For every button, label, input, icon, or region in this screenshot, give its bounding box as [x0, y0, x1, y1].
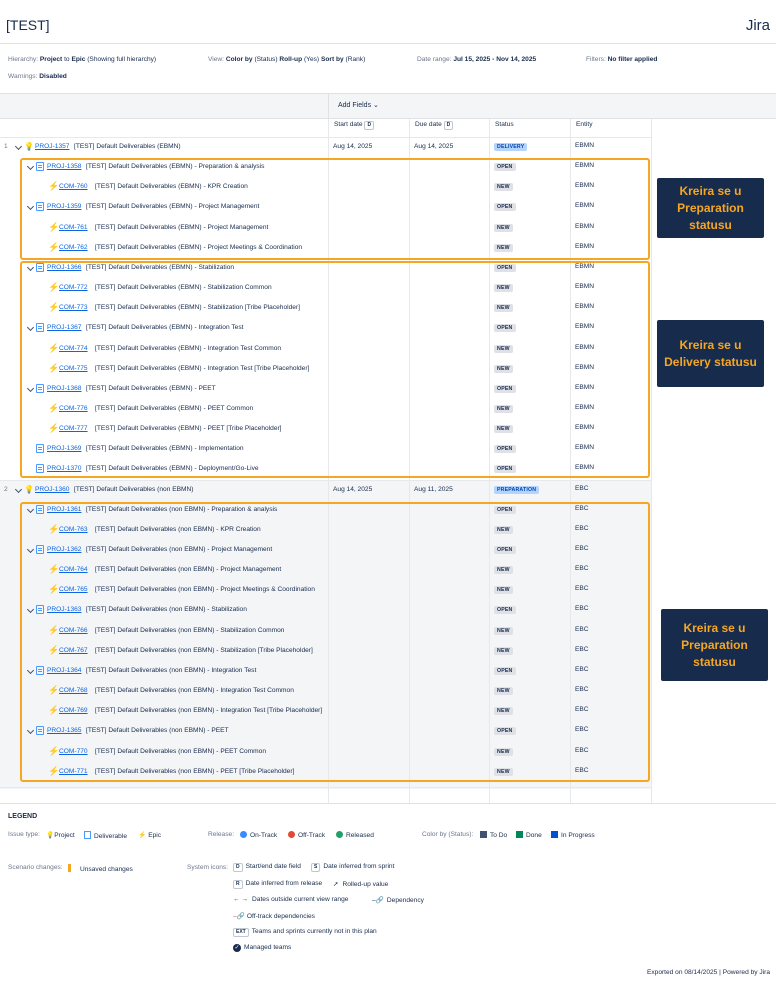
row-divider	[0, 137, 652, 138]
legend-label: Release:	[208, 831, 235, 838]
todo-swatch	[480, 831, 487, 838]
legend-offtrack-dep: –🔗 Off-track dependencies	[233, 913, 315, 920]
released-icon	[336, 831, 343, 838]
highlight-box	[20, 158, 650, 260]
managed-team-icon: ✓	[233, 944, 241, 952]
date-field-icon: D	[364, 121, 375, 130]
col-status[interactable]: Status	[495, 121, 514, 128]
legend-startend: D Start/end date field	[233, 863, 301, 872]
link-icon: –🔗	[372, 897, 384, 904]
deliverable-icon	[84, 831, 91, 839]
legend-label: System icons:	[187, 864, 229, 871]
legend-label: Scenario changes:	[8, 864, 63, 871]
start-date-value[interactable]: Aug 14, 2025	[333, 143, 372, 150]
legend-off-track: Off-Track	[288, 831, 325, 839]
status-badge[interactable]: DELIVERY	[494, 143, 528, 151]
issue-key-link[interactable]: PROJ-1357	[35, 143, 69, 150]
col-start-date[interactable]: Start date D	[334, 121, 377, 130]
col-due-date[interactable]: Due date D	[415, 121, 456, 130]
legend-deliverable: Deliverable	[84, 831, 127, 840]
legend-ext: EXT Teams and sprints currently not in th…	[233, 928, 377, 937]
view-setting[interactable]: View: Color by (Status) Roll-up (Yes) So…	[208, 56, 365, 63]
legend-title: LEGEND	[8, 813, 38, 820]
legend-project: 💡Project	[46, 832, 75, 839]
jira-logo: Jira	[745, 17, 770, 34]
issue-key-link[interactable]: PROJ-1360	[35, 486, 69, 493]
row-divider	[0, 786, 652, 788]
legend-label: Color by (Status):	[422, 831, 474, 838]
offtrack-link-icon: –🔗	[233, 913, 245, 920]
column-divider	[651, 119, 652, 803]
legend-in-progress: In Progress	[551, 831, 595, 839]
due-date-value[interactable]: Aug 11, 2025	[414, 486, 453, 493]
status-badge[interactable]: PREPARATION	[494, 485, 540, 494]
project-row[interactable]: 1 💡 PROJ-1357 [TEST] Default Deliverables (…	[0, 138, 652, 158]
filters-setting[interactable]: Filters: No filter applied	[586, 56, 657, 63]
release-date-icon: R	[233, 880, 243, 889]
col-entity[interactable]: Entity	[576, 121, 593, 128]
chevron-down-icon[interactable]	[14, 142, 23, 151]
row-number: 2	[4, 485, 8, 493]
epic-icon: ⚡	[138, 832, 147, 839]
legend: LEGEND Issue type: 💡Project Deliverable …	[0, 803, 776, 963]
project-row[interactable]: 2 💡 PROJ-1360 [TEST] Default Deliverables (…	[0, 481, 652, 501]
legend-outside: ← → Dates outside current view range	[233, 896, 349, 903]
entity-value[interactable]: EBC	[575, 485, 589, 492]
divider	[328, 93, 329, 119]
legend-unsaved: Unsaved changes	[68, 864, 133, 873]
due-date-value[interactable]: Aug 14, 2025	[414, 143, 453, 150]
annotation-note: Kreira se u Preparation statusu	[661, 609, 768, 681]
legend-sprint: S Date inferred from sprint	[311, 863, 394, 872]
row-divider	[0, 479, 652, 481]
legend-released: Released	[336, 831, 374, 839]
export-footer: Exported on 08/14/2025 | Powered by Jira	[646, 969, 770, 976]
page-header: [TEST] Jira	[0, 0, 776, 44]
legend-epic: ⚡ Epic	[138, 832, 162, 839]
entity-value[interactable]: EBMN	[575, 142, 594, 149]
arrows-icon: ← →	[233, 896, 249, 903]
highlight-box	[20, 502, 650, 782]
unsaved-icon	[68, 864, 71, 872]
annotation-note: Kreira se u Delivery statusu	[657, 320, 764, 387]
date-field-icon: D	[443, 121, 454, 130]
add-fields-button[interactable]: Add Fields ⌄	[338, 101, 379, 109]
legend-on-track: On-Track	[240, 831, 277, 839]
annotation-note: Kreira se u Preparation statusu	[657, 178, 764, 238]
hierarchy-setting[interactable]: Hierarchy: Project to Epic (Showing full…	[8, 56, 156, 63]
legend-todo: To Do	[480, 831, 507, 839]
lightbulb-icon: 💡	[24, 142, 34, 151]
sprint-date-icon: S	[311, 863, 321, 872]
rolled-up-icon: ➚	[333, 881, 339, 888]
grid-header-band	[0, 93, 776, 119]
legend-dependency: –🔗 Dependency	[372, 897, 424, 904]
legend-label: Issue type:	[8, 831, 40, 838]
issue-summary: [TEST] Default Deliverables (non EBMN)	[74, 485, 194, 493]
legend-release-date: R Date inferred from release	[233, 880, 322, 889]
legend-managed: ✓ Managed teams	[233, 944, 292, 952]
highlight-box	[20, 261, 650, 478]
start-date-value[interactable]: Aug 14, 2025	[333, 486, 372, 493]
on-track-icon	[240, 831, 247, 838]
warnings-setting[interactable]: Warnings: Disabled	[8, 73, 67, 80]
date-field-icon: D	[233, 863, 243, 872]
legend-rolled: ➚ Rolled-up value	[333, 881, 389, 888]
in-progress-swatch	[551, 831, 558, 838]
legend-done: Done	[516, 831, 542, 839]
chevron-down-icon[interactable]	[14, 485, 23, 493]
issue-summary: [TEST] Default Deliverables (EBMN)	[74, 143, 181, 150]
off-track-icon	[288, 831, 295, 838]
ext-icon: EXT	[233, 928, 249, 937]
done-swatch	[516, 831, 523, 838]
lightbulb-icon: 💡	[46, 832, 55, 839]
chevron-down-icon: ⌄	[373, 102, 379, 109]
date-range-setting[interactable]: Date range: Jul 15, 2025 - Nov 14, 2025	[417, 56, 536, 63]
plan-title: [TEST]	[6, 17, 50, 33]
row-number: 1	[4, 143, 8, 150]
lightbulb-icon: 💡	[24, 484, 34, 494]
